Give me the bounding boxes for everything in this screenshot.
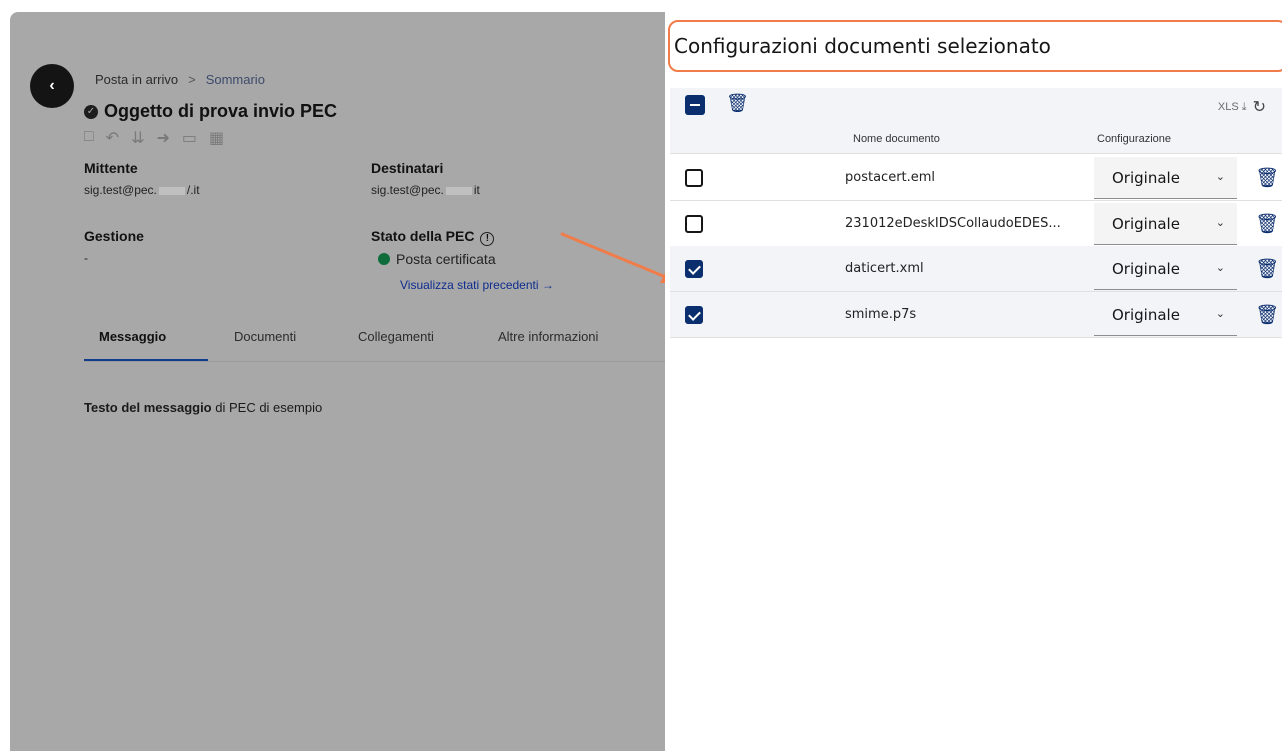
sender-label: Mittente — [84, 160, 138, 176]
check-circle-icon: ✓ — [84, 104, 98, 119]
screen: ‹ Posta in arrivo > Sommario ✓ Oggetto d… — [0, 0, 1282, 751]
recipients-value-part: it — [473, 183, 480, 197]
move-icon[interactable]: ▭ — [182, 128, 197, 148]
document-name: smime.p7s — [845, 306, 917, 322]
recipients-value: sig.test@pec. it — [371, 183, 480, 197]
management-value: - — [84, 251, 88, 265]
message-subject: ✓ Oggetto di prova invio PEC — [84, 101, 337, 122]
previous-states-link[interactable]: Visualizza stati precedenti → — [400, 278, 554, 292]
management-label: Gestione — [84, 228, 144, 244]
tab-collegamenti[interactable]: Collegamenti — [358, 329, 434, 344]
config-select-value: Originale — [1112, 260, 1180, 278]
sender-value: sig.test@pec. /.it — [84, 183, 200, 197]
toolbar-actions: XLS ⤓ ↻ — [1218, 97, 1266, 117]
pec-state-label: Stato della PEC! — [371, 228, 495, 246]
message-body-bold: Testo del messaggio — [84, 400, 212, 415]
message-toolbar: □ ↶ ⇊ ➜ ▭ ▦ — [84, 128, 224, 148]
document-name: 231012eDeskIDSCollaudoEDES... — [845, 215, 1061, 231]
refresh-icon[interactable]: ↻ — [1253, 97, 1266, 117]
config-select-value: Originale — [1112, 305, 1180, 324]
export-xls-label: XLS — [1217, 100, 1239, 113]
pec-state-value: Posta certificata — [378, 251, 496, 267]
table-header: Nome documento Configurazione — [670, 124, 1282, 154]
trash-icon[interactable]: 🗑 — [1255, 212, 1279, 236]
sender-value-part: sig.test@pec. — [84, 183, 157, 197]
reply-all-icon[interactable]: ⇊ — [131, 128, 144, 148]
config-select[interactable]: Originale ⌄ — [1094, 202, 1237, 245]
reply-icon[interactable]: ↶ — [106, 128, 119, 148]
row-checkbox[interactable] — [685, 169, 703, 187]
breadcrumb-current: Sommario — [205, 72, 265, 87]
chevron-down-icon: ⌄ — [1215, 262, 1225, 274]
chevron-down-icon: ⌄ — [1215, 216, 1225, 229]
active-tab-indicator — [84, 359, 208, 361]
message-detail-panel — [55, 12, 665, 751]
recipients-value-part: sig.test@pec. — [371, 183, 444, 197]
column-header-name: Nome documento — [853, 133, 940, 145]
pec-state-label-text: Stato della PEC — [371, 228, 475, 244]
trash-icon[interactable]: 🗑 — [1255, 257, 1279, 281]
subject-text: Oggetto di prova invio PEC — [104, 101, 338, 121]
recipients-label: Destinatari — [371, 160, 444, 176]
config-select[interactable]: Originale ⌄ — [1094, 248, 1237, 290]
info-icon[interactable]: ! — [480, 232, 495, 246]
trash-icon[interactable]: 🗑 — [1255, 303, 1279, 327]
breadcrumb: Posta in arrivo > Sommario — [95, 72, 265, 87]
table-row[interactable]: postacert.eml Originale ⌄ 🗑 — [670, 155, 1282, 201]
table-row[interactable]: smime.p7s Originale ⌄ 🗑 — [670, 291, 1282, 338]
sender-value-part: /.it — [186, 183, 200, 197]
document-config-panel: Configurazioni documenti selezionato 🗑 X… — [665, 12, 1282, 751]
download-icon: ⤓ — [1238, 100, 1247, 113]
panel-toolbar: 🗑 XLS ⤓ ↻ — [670, 88, 1282, 124]
tab-documenti[interactable]: Documenti — [234, 329, 296, 344]
redaction — [158, 186, 185, 195]
table-row[interactable]: 231012eDeskIDSCollaudoEDES... Originale ⌄ 🗑 — [670, 200, 1282, 247]
pec-state-text: Posta certificata — [396, 251, 496, 267]
forward-icon[interactable]: ➜ — [156, 128, 169, 148]
message-tabs: Messaggio Documenti Collegamenti Altre i… — [84, 318, 665, 362]
status-dot — [378, 253, 390, 265]
breadcrumb-parent[interactable]: Posta in arrivo — [95, 72, 178, 87]
document-name: postacert.eml — [845, 170, 936, 185]
message-body: Testo del messaggio di PEC di esempio — [84, 400, 322, 415]
panel-title: Configurazioni documenti selezionato — [668, 20, 1282, 72]
chevron-left-icon: ‹ — [49, 77, 55, 94]
config-select-value: Originale — [1112, 214, 1180, 233]
column-header-config: Configurazione — [1097, 133, 1171, 145]
trash-icon[interactable]: 🗑 — [1255, 166, 1279, 190]
config-select[interactable]: Originale ⌄ — [1094, 293, 1237, 336]
back-button[interactable]: ‹ — [30, 64, 74, 108]
trash-icon[interactable]: 🗑 — [726, 93, 749, 114]
breadcrumb-separator: > — [188, 72, 196, 87]
row-checkbox[interactable] — [685, 305, 703, 324]
new-doc-icon[interactable]: □ — [84, 128, 94, 148]
redaction — [445, 186, 472, 195]
tab-altre-informazioni[interactable]: Altre informazioni — [498, 329, 598, 344]
chevron-down-icon: ⌄ — [1215, 171, 1225, 183]
row-checkbox[interactable] — [685, 260, 703, 278]
config-select-value: Originale — [1112, 169, 1180, 187]
trash-icon[interactable]: ▦ — [209, 128, 224, 148]
tab-messaggio[interactable]: Messaggio — [99, 329, 166, 344]
table-row[interactable]: daticert.xml Originale ⌄ 🗑 — [670, 246, 1282, 292]
document-name: daticert.xml — [845, 261, 924, 276]
select-all-checkbox[interactable] — [685, 95, 705, 115]
export-xls-button[interactable]: XLS ⤓ — [1218, 101, 1247, 114]
message-body-rest: di PEC di esempio — [211, 400, 323, 415]
row-checkbox[interactable] — [685, 214, 703, 233]
config-select[interactable]: Originale ⌄ — [1094, 157, 1237, 199]
chevron-down-icon: ⌄ — [1215, 307, 1225, 320]
